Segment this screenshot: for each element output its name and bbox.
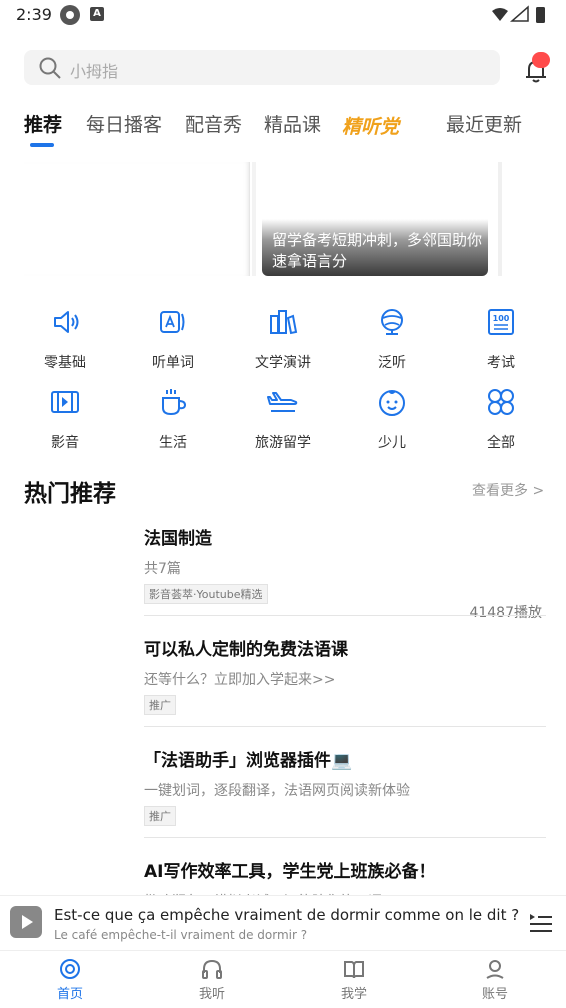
category-label: 文学演讲 (255, 355, 311, 371)
play-button[interactable] (10, 906, 42, 938)
category-travel-study[interactable]: 旅游留学 (228, 386, 338, 456)
item-subtitle: 一键划词，逐段翻译，法语网页阅读新体验 (144, 783, 410, 799)
notification-badge (532, 52, 550, 68)
category-label: 少儿 (378, 435, 406, 451)
player-subtitle: Le café empêche-t-il vraiment de dormir … (54, 928, 308, 942)
tab-intensive-listening[interactable]: 精听党 (342, 112, 399, 139)
play-count: 41487播放 (469, 605, 542, 621)
category-label: 泛听 (378, 355, 406, 371)
category-literature-speech[interactable]: 文学演讲 (228, 306, 338, 376)
bottom-nav: 首页 我听 我学 账号 (0, 950, 566, 1008)
play-icon (22, 915, 33, 929)
category-label: 生活 (159, 435, 187, 451)
category-label: 听单词 (152, 355, 194, 371)
signal-battery-icon (492, 5, 545, 23)
search-icon (39, 57, 61, 79)
item-tag: 影音荟萃·Youtube精选 (144, 584, 268, 604)
word-card-icon (160, 311, 185, 333)
item-title: 法国制造 (144, 529, 212, 549)
tab-recommend[interactable]: 推荐 (24, 110, 62, 137)
tab-indicator (30, 143, 54, 147)
category-kids[interactable]: 少儿 (337, 386, 447, 456)
category-beginner[interactable]: 零基础 (10, 306, 120, 376)
tab-recent-updates[interactable]: 最近更新 (446, 110, 522, 137)
category-label: 旅游留学 (255, 435, 311, 451)
books-icon (270, 310, 298, 335)
item-subtitle: 共7篇 (144, 561, 181, 577)
category-label: 零基础 (44, 355, 86, 371)
book-icon (344, 961, 364, 979)
exam-icon: 100 (488, 309, 514, 335)
status-bar: 2:39 A (0, 0, 566, 30)
item-tag: 推广 (144, 806, 176, 826)
plane-icon (267, 392, 298, 412)
playlist-icon[interactable] (528, 910, 554, 936)
item-title: 可以私人定制的免费法语课 (144, 640, 348, 660)
cup-icon (162, 389, 187, 416)
banner-card[interactable]: 留学备考短期冲刺，多邻国助你速拿语言分 (262, 162, 488, 276)
list-item[interactable]: 可以私人定制的免费法语课 还等什么？立即加入学起来>> 推广 (144, 635, 546, 715)
category-film-audio[interactable]: 影音 (10, 386, 120, 456)
search-placeholder: 小拇指 (70, 62, 119, 81)
category-listen-words[interactable]: 听单词 (118, 306, 228, 376)
globe-icon (381, 309, 403, 335)
film-icon (51, 391, 79, 413)
category-exam[interactable]: 100 考试 (446, 306, 556, 376)
category-life[interactable]: 生活 (118, 386, 228, 456)
nav-label: 我听 (198, 987, 225, 1002)
tab-premium-course[interactable]: 精品课 (264, 110, 321, 137)
divider (144, 726, 546, 727)
nav-label: 账号 (481, 987, 508, 1002)
svg-text:100: 100 (493, 314, 510, 323)
speaker-icon (54, 311, 79, 333)
sync-icon (60, 5, 80, 25)
category-label: 影音 (51, 435, 79, 451)
item-title: AI写作效率工具，学生党上班族必备！ (144, 862, 436, 882)
list-item[interactable]: 法国制造 共7篇 影音荟萃·Youtube精选 41487播放 (144, 524, 546, 621)
category-extensive-listening[interactable]: 泛听 (337, 306, 447, 376)
category-label: 考试 (487, 355, 515, 371)
nav-home[interactable]: 首页 (30, 957, 110, 1002)
nav-account[interactable]: 账号 (455, 957, 535, 1002)
nav-label: 我学 (340, 987, 367, 1002)
banner-edge (252, 162, 256, 276)
section-title: 热门推荐 (24, 481, 116, 507)
nav-learn[interactable]: 我学 (314, 957, 394, 1002)
tab-daily-podcast[interactable]: 每日播客 (86, 110, 162, 137)
mini-player[interactable]: Est-ce que ça empêche vraiment de dormir… (0, 895, 566, 950)
child-face-icon (379, 390, 405, 416)
category-tabs: 推荐 每日播客 配音秀 精品课 最近更新 (0, 110, 566, 150)
nav-listen[interactable]: 我听 (172, 957, 252, 1002)
user-icon (486, 960, 504, 979)
grid-icon (488, 389, 514, 415)
status-time: 2:39 (16, 5, 52, 24)
see-more-link[interactable]: 查看更多 > (472, 480, 544, 500)
item-subtitle: 还等什么？立即加入学起来>> (144, 672, 336, 688)
banner-text: 留学备考短期冲刺，多邻国助你速拿语言分 (272, 231, 483, 270)
list-item[interactable]: 「法语助手」浏览器插件💻 一键划词，逐段翻译，法语网页阅读新体验 推广 (144, 746, 546, 826)
item-tag: 推广 (144, 695, 176, 715)
app-a-icon: A (90, 7, 104, 21)
divider (144, 837, 546, 838)
player-title: Est-ce que ça empêche vraiment de dormir… (54, 906, 520, 924)
banner-prev-card[interactable] (24, 162, 250, 276)
tab-dubbing-show[interactable]: 配音秀 (185, 110, 242, 137)
home-icon (60, 959, 80, 979)
category-label: 全部 (487, 435, 515, 451)
category-all[interactable]: 全部 (446, 386, 556, 456)
search-input[interactable]: 小拇指 (24, 50, 500, 85)
headphones-icon (202, 959, 222, 979)
nav-label: 首页 (56, 987, 83, 1002)
item-title: 「法语助手」浏览器插件💻 (144, 751, 353, 771)
banner-next-card[interactable] (498, 162, 502, 276)
divider (144, 615, 546, 616)
